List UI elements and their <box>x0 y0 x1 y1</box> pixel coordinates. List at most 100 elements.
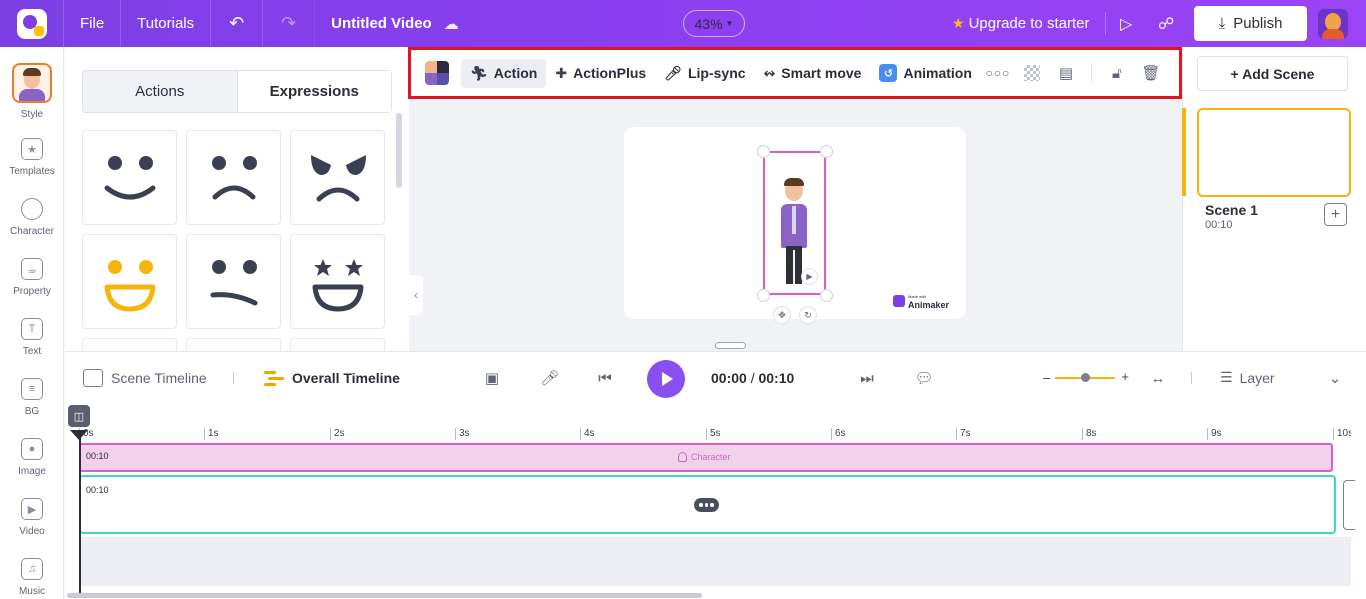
resize-handle[interactable] <box>757 289 770 302</box>
smart-move-button[interactable]: ↭ Smart move <box>755 59 871 88</box>
playhead-split-icon[interactable]: ◫ <box>68 405 90 427</box>
nav-label: Video <box>19 526 45 537</box>
lip-sync-button[interactable]: 🎤︎ Lip-sync <box>655 59 754 88</box>
tutorials-menu[interactable]: Tutorials <box>121 0 212 47</box>
event-track[interactable]: 00:10 <box>79 475 1336 534</box>
upgrade-link[interactable]: ★ Upgrade to starter <box>952 0 1089 47</box>
character-hair <box>784 178 804 186</box>
expression-sad[interactable] <box>186 130 281 225</box>
bg-layers-icon: ≡ <box>21 378 43 400</box>
voice-record-icon[interactable]: 🎤︎ <box>539 368 561 388</box>
resize-handle[interactable] <box>820 289 833 302</box>
nav-bg[interactable]: ≡ BG <box>0 370 64 430</box>
zoom-knob[interactable] <box>1081 373 1090 382</box>
scene-timeline-tab[interactable]: Scene Timeline <box>83 369 207 387</box>
expression-unsure[interactable] <box>186 234 281 329</box>
cloud-saved-icon: ☁ <box>443 15 459 33</box>
move-icon[interactable]: ✥ <box>773 306 791 324</box>
expression-cell-partial[interactable] <box>186 338 281 351</box>
panel-scrollbar[interactable] <box>396 113 402 188</box>
expression-cell-partial[interactable] <box>82 338 177 351</box>
timeline-zoom-slider[interactable]: – + <box>1043 369 1129 386</box>
star-icon: ★ <box>952 15 965 31</box>
expression-grin[interactable] <box>82 234 177 329</box>
nav-templates[interactable]: ★ Templates <box>0 130 64 190</box>
upgrade-label: Upgrade to starter <box>968 15 1090 32</box>
scene-name[interactable]: Scene 1 <box>1205 202 1258 218</box>
running-plus-icon: ✚ <box>555 64 568 81</box>
more-options-icon[interactable]: ○○○ <box>981 59 1015 88</box>
user-avatar[interactable] <box>1318 9 1348 39</box>
collapse-timeline-chevron-icon[interactable]: ⌄ <box>1324 368 1346 388</box>
character-track-label: Character <box>691 452 731 462</box>
nav-character[interactable]: Character <box>0 190 64 250</box>
resize-handle[interactable] <box>820 145 833 158</box>
preview-play-icon[interactable]: ▷ <box>1120 0 1132 47</box>
nav-style[interactable]: Style <box>0 47 64 122</box>
animaker-logo[interactable] <box>0 0 64 47</box>
more-options-icon[interactable] <box>694 498 719 512</box>
character-track[interactable]: 00:10 Character <box>79 443 1333 472</box>
timeline-scrollbar[interactable] <box>67 593 702 598</box>
ruler-tick: 2s <box>330 428 345 440</box>
layer-label: Layer <box>1239 369 1275 386</box>
add-after-scene-icon[interactable]: + <box>1324 203 1347 226</box>
transparency-icon[interactable] <box>1015 59 1049 88</box>
nav-property[interactable]: ☕ Property <box>0 250 64 310</box>
skip-back-icon[interactable]: ⏮︎ <box>594 368 616 388</box>
microphone-icon: 🎤︎ <box>664 64 682 81</box>
playhead-line[interactable] <box>79 436 81 594</box>
animation-button[interactable]: ↺ Animation <box>870 59 980 88</box>
skip-forward-icon[interactable]: ⏭︎ <box>856 368 878 388</box>
overall-timeline-tab[interactable]: Overall Timeline <box>264 369 400 387</box>
zoom-dropdown[interactable]: 43% ▼ <box>683 10 745 37</box>
share-icon[interactable]: ☍ <box>1158 0 1174 47</box>
track-end-handle[interactable] <box>1343 480 1355 530</box>
time-ruler[interactable]: 0s 1s 2s 3s 4s 5s 6s 7s 8s 9s 10s <box>79 428 1351 442</box>
undo-icon[interactable]: ↶ <box>211 0 264 47</box>
zoom-in-icon[interactable]: + <box>1121 369 1129 384</box>
redo-icon[interactable]: ↷ <box>263 0 316 47</box>
publish-button[interactable]: ⤓ Publish <box>1194 6 1307 41</box>
rotate-icon[interactable]: ↻ <box>799 306 817 324</box>
resize-handle[interactable] <box>757 145 770 158</box>
scene-thumbnail[interactable] <box>1197 108 1351 197</box>
unlock-icon[interactable]: 🔓︎ <box>1100 59 1134 88</box>
add-scene-button[interactable]: + Add Scene <box>1197 56 1348 91</box>
layers-icon: ☰ <box>1220 369 1233 385</box>
fit-width-icon[interactable]: ↔ <box>1147 368 1169 388</box>
expression-happy[interactable] <box>82 130 177 225</box>
project-title[interactable]: Untitled Video <box>315 15 444 32</box>
actionplus-button[interactable]: ✚ ActionPlus <box>546 59 655 88</box>
play-button[interactable] <box>647 360 685 398</box>
file-menu[interactable]: File <box>64 0 122 47</box>
collapse-panel-chevron-icon[interactable]: ‹ <box>409 275 423 315</box>
nav-image[interactable]: ● Image <box>0 430 64 490</box>
nav-text[interactable]: T Text <box>0 310 64 370</box>
nav-video[interactable]: ▶ Video <box>0 490 64 550</box>
align-icon[interactable]: ▤ <box>1049 59 1083 88</box>
character-tie <box>792 206 796 234</box>
timeline-resize-handle[interactable] <box>715 342 746 349</box>
animation-icon: ↺ <box>879 64 898 82</box>
nav-label: Templates <box>9 166 55 177</box>
action-button[interactable]: 🏃︎ Action <box>461 58 547 88</box>
color-picker-icon[interactable] <box>425 61 449 85</box>
music-icon: ♫ <box>21 558 43 580</box>
nav-music[interactable]: ♫ Music <box>0 550 64 599</box>
expression-cell-partial[interactable] <box>290 338 385 351</box>
tab-actions[interactable]: Actions <box>83 71 237 112</box>
zoom-out-icon[interactable]: – <box>1043 370 1050 385</box>
expressions-panel: Actions Expressions <box>65 47 409 351</box>
fit-screen-icon[interactable]: ▣ <box>481 368 503 388</box>
scene-duration: 00:10 <box>1205 219 1233 231</box>
expression-angry[interactable] <box>290 130 385 225</box>
play-animation-icon[interactable]: ▶ <box>801 268 818 285</box>
tab-expressions[interactable]: Expressions <box>236 71 391 112</box>
delete-icon[interactable]: 🗑︎ <box>1134 59 1168 88</box>
text-icon: T <box>21 318 43 340</box>
expression-star-eyes[interactable] <box>290 234 385 329</box>
subtitle-icon[interactable]: 💬︎ <box>913 368 935 388</box>
action-label: Action <box>493 65 538 81</box>
layer-button[interactable]: ☰ Layer <box>1220 369 1275 386</box>
